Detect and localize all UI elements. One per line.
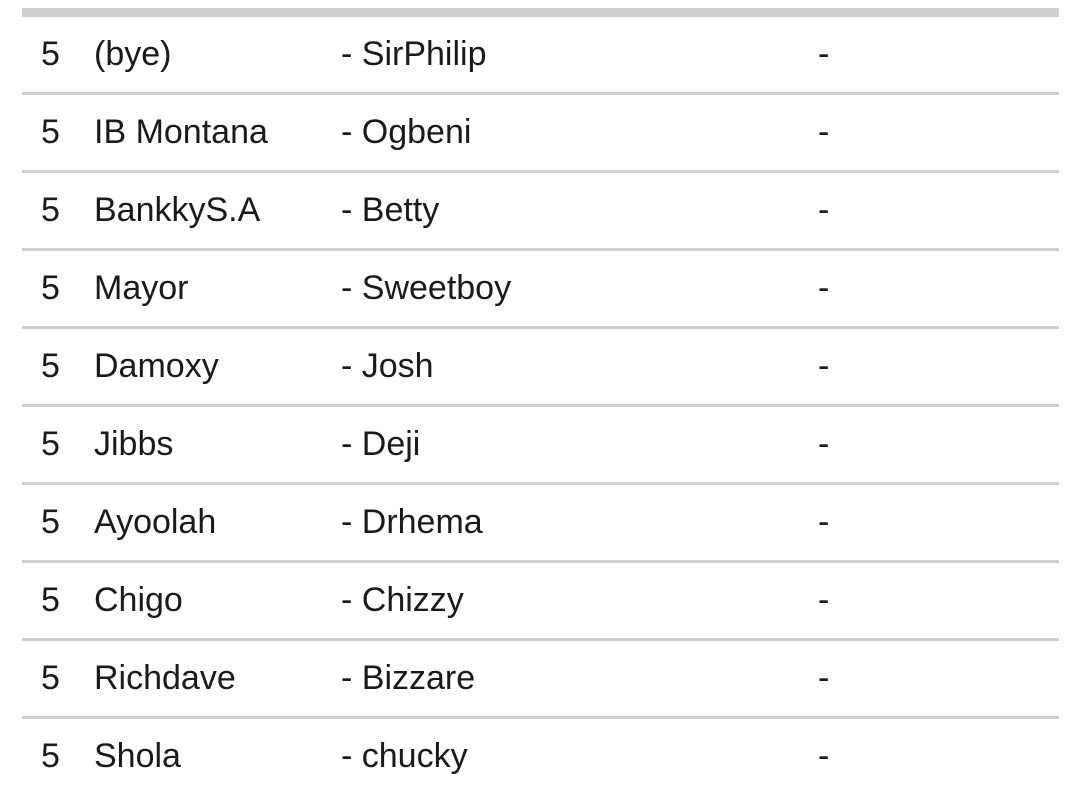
home-player-cell: Mayor	[94, 269, 189, 307]
home-player-cell: IB Montana	[94, 113, 268, 151]
away-player-cell: - Deji	[341, 425, 421, 463]
table-row[interactable]: 5 Ayoolah - Drhema -	[22, 485, 1059, 563]
away-player-cell: - Bizzare	[341, 659, 476, 697]
score-cell: -	[818, 659, 830, 697]
home-player-cell: Chigo	[94, 581, 183, 619]
fixtures-rows: 5 (bye) - SirPhilip - 5 IB Montana - Ogb…	[22, 17, 1059, 794]
score-cell: -	[818, 737, 830, 775]
table-row[interactable]: 5 (bye) - SirPhilip -	[22, 17, 1059, 95]
table-row[interactable]: 5 BankkyS.A - Betty -	[22, 173, 1059, 251]
table-row[interactable]: 5 Richdave - Bizzare -	[22, 641, 1059, 719]
home-player-cell: (bye)	[94, 35, 172, 73]
score-cell: -	[818, 113, 830, 151]
away-player-cell: - SirPhilip	[341, 35, 487, 73]
away-player-cell: - Ogbeni	[341, 113, 472, 151]
table-row[interactable]: 5 Damoxy - Josh -	[22, 329, 1059, 407]
away-player-cell: - Sweetboy	[341, 269, 512, 307]
home-player-cell: Richdave	[94, 659, 236, 697]
score-cell: -	[818, 191, 830, 229]
home-player-cell: Shola	[94, 737, 181, 775]
round-cell: 5	[41, 737, 60, 775]
round-cell: 5	[41, 503, 60, 541]
table-row[interactable]: 5 Shola - chucky -	[22, 719, 1059, 794]
home-player-cell: BankkyS.A	[94, 191, 261, 229]
away-player-cell: - Betty	[341, 191, 440, 229]
score-cell: -	[818, 425, 830, 463]
round-cell: 5	[41, 191, 60, 229]
round-cell: 5	[41, 269, 60, 307]
score-cell: -	[818, 269, 830, 307]
home-player-cell: Damoxy	[94, 347, 219, 385]
round-cell: 5	[41, 113, 60, 151]
home-player-cell: Ayoolah	[94, 503, 217, 541]
round-cell: 5	[41, 35, 60, 73]
score-cell: -	[818, 503, 830, 541]
round-cell: 5	[41, 425, 60, 463]
away-player-cell: - Drhema	[341, 503, 483, 541]
away-player-cell: - chucky	[341, 737, 468, 775]
round-cell: 5	[41, 659, 60, 697]
away-player-cell: - Chizzy	[341, 581, 464, 619]
table-row[interactable]: 5 IB Montana - Ogbeni -	[22, 95, 1059, 173]
table-row[interactable]: 5 Mayor - Sweetboy -	[22, 251, 1059, 329]
score-cell: -	[818, 581, 830, 619]
round-cell: 5	[41, 347, 60, 385]
round-cell: 5	[41, 581, 60, 619]
table-header-divider	[22, 8, 1059, 17]
score-cell: -	[818, 35, 830, 73]
score-cell: -	[818, 347, 830, 385]
home-player-cell: Jibbs	[94, 425, 174, 463]
away-player-cell: - Josh	[341, 347, 434, 385]
table-row[interactable]: 5 Jibbs - Deji -	[22, 407, 1059, 485]
table-row[interactable]: 5 Chigo - Chizzy -	[22, 563, 1059, 641]
